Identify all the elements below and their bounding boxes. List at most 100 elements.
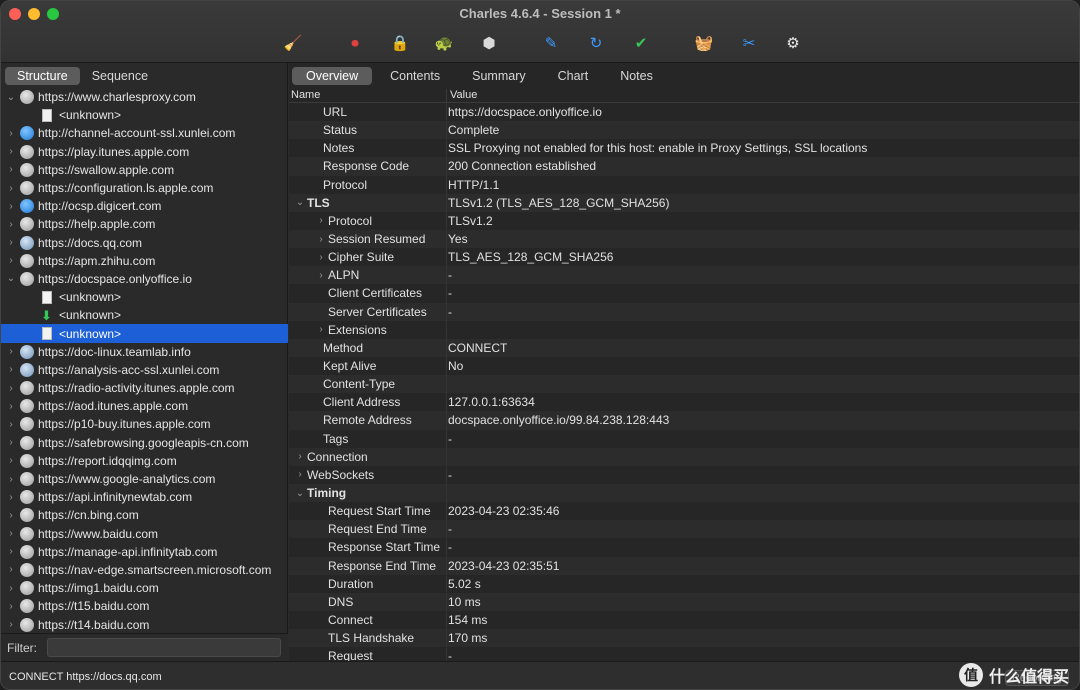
chevron-right-icon[interactable]: › [314,215,328,226]
broom-icon[interactable]: 🧹 [282,33,304,55]
record-icon[interactable]: ⏺ [344,33,366,55]
table-row[interactable]: › Cipher Suite TLS_AES_128_GCM_SHA256 [289,248,1079,267]
chevron-right-icon[interactable]: › [4,583,18,594]
table-row[interactable]: Method CONNECT [289,338,1079,357]
chevron-right-icon[interactable]: › [4,383,18,394]
host-tree-item[interactable]: ⌄ https://docspace.onlyoffice.io [1,270,288,288]
host-tree-item[interactable]: › https://aod.itunes.apple.com [1,397,288,415]
host-tree-item[interactable]: › https://apm.zhihu.com [1,252,288,270]
host-tree-item[interactable]: › https://docs.qq.com [1,234,288,252]
chevron-right-icon[interactable]: › [314,234,328,245]
chevron-right-icon[interactable]: › [4,201,18,212]
table-row[interactable]: Kept Alive No [289,356,1079,376]
table-row[interactable]: Tags - [289,429,1079,448]
request-tree-item[interactable]: <unknown> [1,324,288,343]
host-tree-item[interactable]: › http://channel-account-ssl.xunlei.com [1,124,288,142]
table-row[interactable]: Duration 5.02 s [289,574,1079,593]
table-row[interactable]: Remote Address docspace.onlyoffice.io/99.… [289,411,1079,430]
host-tree-item[interactable]: › https://report.idqqimg.com [1,452,288,470]
chevron-right-icon[interactable]: › [4,183,18,194]
tab-chart[interactable]: Chart [544,67,603,85]
host-tree-item[interactable]: › https://configuration.ls.apple.com [1,179,288,197]
table-row[interactable]: Server Certificates - [289,302,1079,321]
tab-summary[interactable]: Summary [458,67,539,85]
chevron-right-icon[interactable]: › [4,164,18,175]
chevron-right-icon[interactable]: › [4,601,18,612]
chevron-right-icon[interactable]: › [4,619,18,630]
pen-icon[interactable]: ✎ [540,33,562,55]
table-row[interactable]: Request - [289,647,1079,661]
lock-icon[interactable]: 🔒 [389,33,411,55]
host-tree-item[interactable]: › https://t15.baidu.com [1,597,288,615]
table-row[interactable]: › Connection [289,447,1079,466]
host-tree-item[interactable]: ⌄ https://www.charlesproxy.com [1,88,288,106]
chevron-right-icon[interactable]: › [4,510,18,521]
chevron-right-icon[interactable]: › [4,219,18,230]
table-row[interactable]: › Session Resumed Yes [289,229,1079,249]
tab-overview[interactable]: Overview [292,67,373,85]
chevron-down-icon[interactable]: ⌄ [293,488,307,499]
host-tree-item[interactable]: › https://img1.baidu.com [1,579,288,597]
table-row[interactable]: › Extensions [289,320,1079,339]
host-tree-item[interactable]: › https://radio-activity.itunes.apple.com [1,379,288,397]
chevron-right-icon[interactable]: › [4,364,18,375]
host-tree-item[interactable]: › https://t14.baidu.com [1,615,288,633]
chevron-right-icon[interactable]: › [4,564,18,575]
table-row[interactable]: Response End Time 2023-04-23 02:35:51 [289,556,1079,575]
table-row[interactable]: Response Code 200 Connection established [289,157,1079,176]
chevron-down-icon[interactable]: ⌄ [293,197,307,208]
host-tree-item[interactable]: › https://swallow.apple.com [1,161,288,179]
table-row[interactable]: Client Certificates - [289,284,1079,303]
checkmark-icon[interactable]: ✔ [630,33,652,55]
chevron-right-icon[interactable]: › [4,492,18,503]
table-row[interactable]: TLS Handshake 170 ms [289,629,1079,648]
tab-contents[interactable]: Contents [376,67,454,85]
host-tree-item[interactable]: › https://help.apple.com [1,215,288,233]
chevron-right-icon[interactable]: › [4,237,18,248]
chevron-right-icon[interactable]: › [4,437,18,448]
request-tree-item[interactable]: ⬇ <unknown> [1,306,288,324]
table-row[interactable]: Notes SSL Proxying not enabled for this h… [289,139,1079,158]
host-tree-item[interactable]: › https://analysis-acc-ssl.xunlei.com [1,361,288,379]
host-tree-item[interactable]: › https://www.google-analytics.com [1,470,288,488]
host-tree-item[interactable]: › https://play.itunes.apple.com [1,143,288,161]
table-row[interactable]: DNS 10 ms [289,592,1079,611]
host-tree-item[interactable]: › http://ocsp.digicert.com [1,197,288,215]
table-row[interactable]: ⌄ Timing [289,483,1079,503]
tab-notes[interactable]: Notes [606,67,667,85]
host-tree-item[interactable]: › https://doc-linux.teamlab.info [1,343,288,361]
table-row[interactable]: › ALPN - [289,266,1079,285]
tools-icon[interactable]: ✂ [738,33,760,55]
chevron-right-icon[interactable]: › [4,255,18,266]
chevron-right-icon[interactable]: › [293,451,307,462]
table-row[interactable]: URL https://docspace.onlyoffice.io [289,103,1079,122]
chevron-right-icon[interactable]: › [4,419,18,430]
table-row[interactable]: › WebSockets - [289,465,1079,484]
table-row[interactable]: Connect 154 ms [289,610,1079,630]
host-tree-item[interactable]: › https://api.infinitynewtab.com [1,488,288,506]
basket-icon[interactable]: 🧺 [693,33,715,55]
settings-gear-icon[interactable]: ⚙ [782,33,804,55]
table-row[interactable]: Content-Type [289,375,1079,394]
host-tree-item[interactable]: › https://p10-buy.itunes.apple.com [1,415,288,433]
chevron-down-icon[interactable]: ⌄ [4,92,18,103]
filter-input[interactable] [47,638,281,657]
segment-sequence[interactable]: Sequence [80,67,160,85]
table-row[interactable]: Response Start Time - [289,538,1079,557]
chevron-right-icon[interactable]: › [4,128,18,139]
chevron-right-icon[interactable]: › [314,252,328,263]
table-row[interactable]: ⌄ TLS TLSv1.2 (TLS_AES_128_GCM_SHA256) [289,193,1079,212]
table-row[interactable]: Request End Time - [289,520,1079,539]
table-row[interactable]: Request Start Time 2023-04-23 02:35:46 [289,502,1079,521]
chevron-right-icon[interactable]: › [4,346,18,357]
host-tree-item[interactable]: › https://cn.bing.com [1,506,288,524]
segment-structure[interactable]: Structure [5,67,80,85]
request-tree-item[interactable]: <unknown> [1,288,288,306]
refresh-icon[interactable]: ↻ [585,33,607,55]
chevron-down-icon[interactable]: ⌄ [4,273,18,284]
chevron-right-icon[interactable]: › [4,528,18,539]
chevron-right-icon[interactable]: › [4,146,18,157]
turtle-icon[interactable]: 🐢 [433,33,455,55]
stop-hexagon-icon[interactable]: ⬢ [478,33,500,55]
host-tree-item[interactable]: › https://nav-edge.smartscreen.microsoft.… [1,561,288,579]
